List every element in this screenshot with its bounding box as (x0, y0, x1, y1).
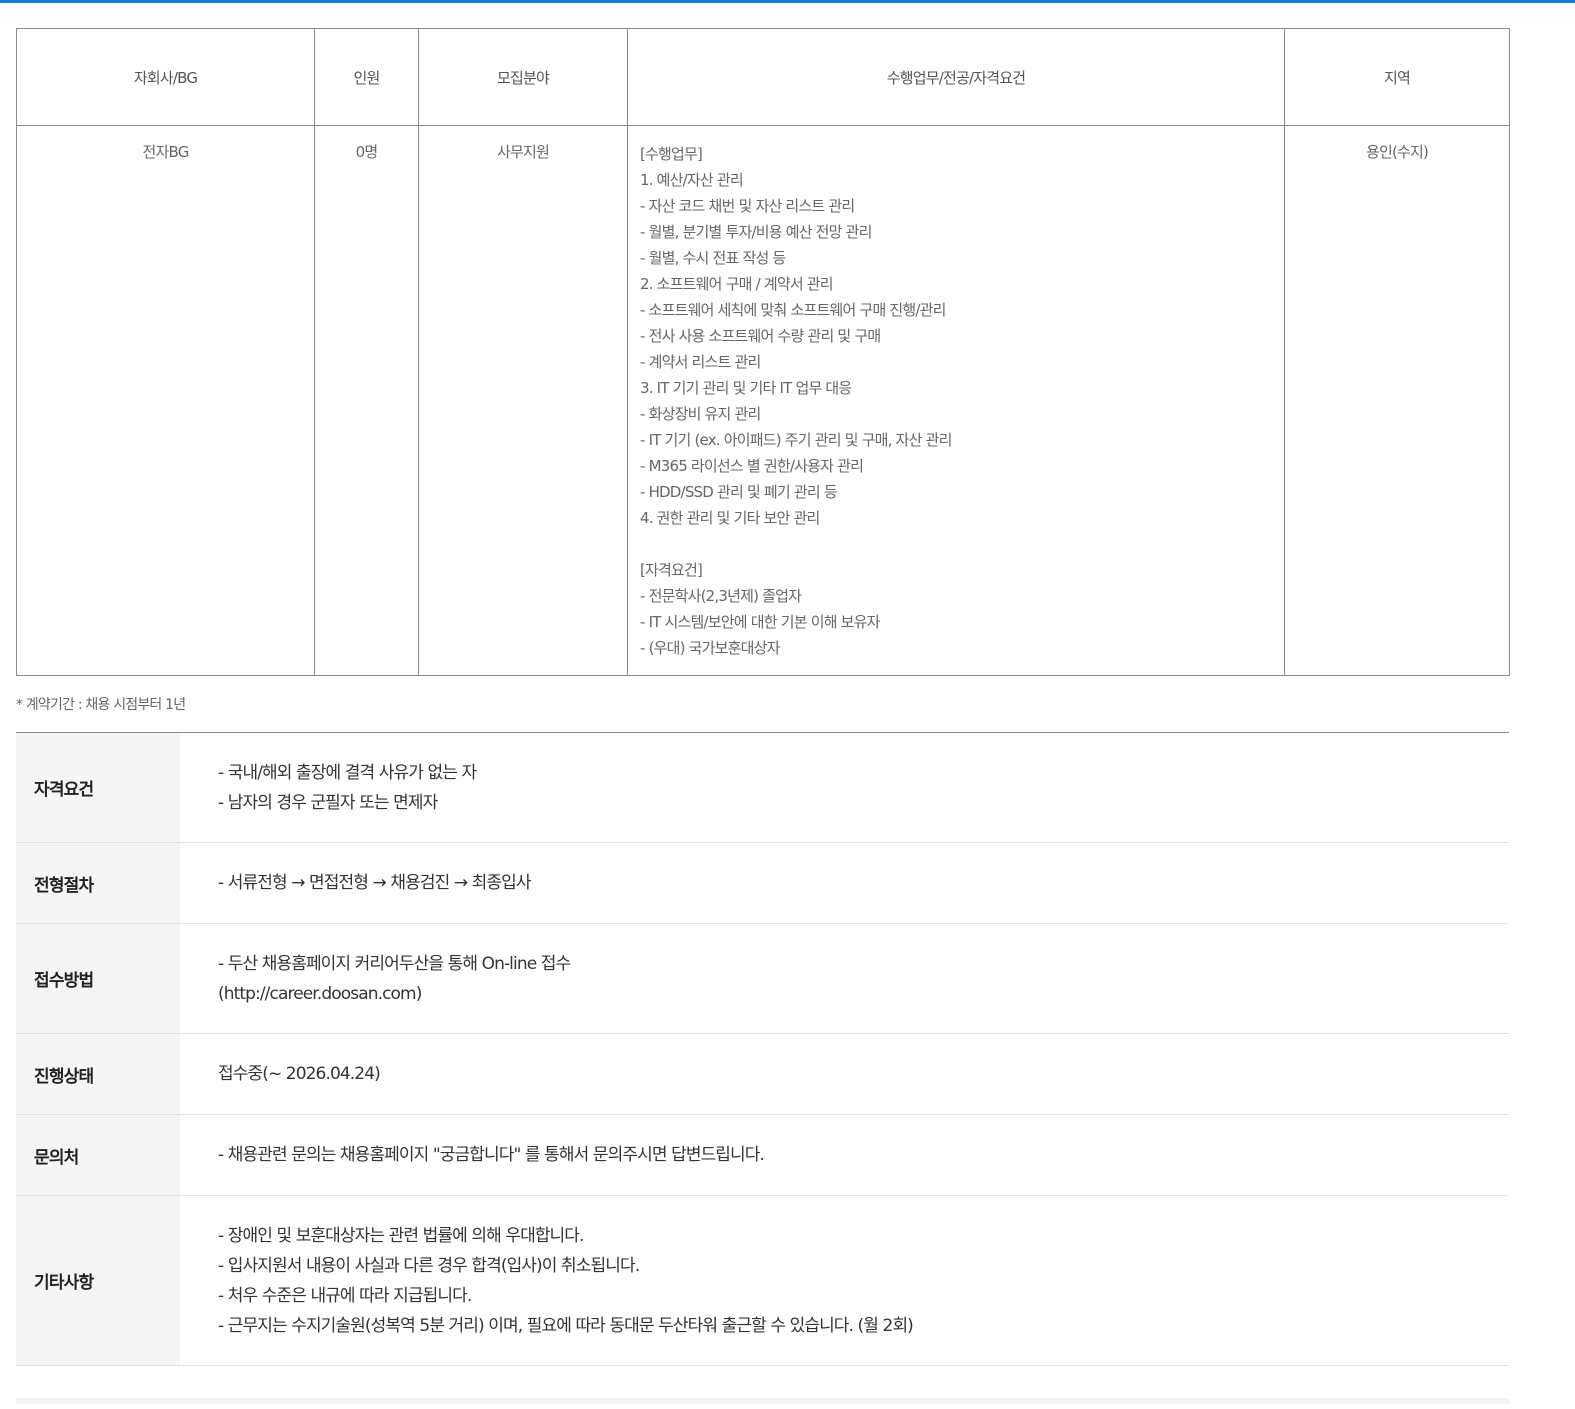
info-value: - 국내/해외 출장에 결격 사유가 없는 자 - 남자의 경우 군필자 또는 … (180, 733, 1509, 842)
info-line: - 남자의 경우 군필자 또는 면제자 (218, 792, 438, 813)
info-line: - 국내/해외 출장에 결격 사유가 없는 자 (218, 762, 477, 783)
col-header-company: 자회사/BG (16, 28, 315, 126)
duty-line: - IT 기기 (ex. 아이패드) 주기 관리 및 구매, 자산 관리 (640, 431, 952, 449)
col-header-headcount: 인원 (314, 28, 419, 126)
info-row-contact: 문의처 - 채용관련 문의는 채용홈페이지 "궁금합니다" 를 통해서 문의주시… (16, 1115, 1509, 1196)
cell-duties: [수행업무] 1. 예산/자산 관리 - 자산 코드 채번 및 자산 리스트 관… (627, 125, 1285, 676)
info-table: 자격요건 - 국내/해외 출장에 결격 사유가 없는 자 - 남자의 경우 군필… (16, 732, 1509, 1366)
info-label: 기타사항 (16, 1196, 180, 1365)
info-row-etc: 기타사항 - 장애인 및 보훈대상자는 관련 법률에 의해 우대합니다. - 입… (16, 1196, 1509, 1366)
col-header-field: 모집분야 (418, 28, 628, 126)
info-row-apply: 접수방법 - 두산 채용홈페이지 커리어두산을 통해 On-line 접수 (h… (16, 924, 1509, 1034)
duty-line: - 화상장비 유지 관리 (640, 405, 761, 423)
cell-headcount: 0명 (314, 125, 419, 676)
duty-line: - 소프트웨어 세칙에 맞춰 소프트웨어 구매 진행/관리 (640, 301, 946, 319)
info-line: - 입사지원서 내용이 사실과 다른 경우 합격(입사)이 취소됩니다. (218, 1255, 640, 1276)
info-label: 전형절차 (16, 843, 180, 923)
info-label: 접수방법 (16, 924, 180, 1033)
duty-line (640, 531, 1272, 557)
bottom-section-edge (16, 1398, 1509, 1404)
duty-line: - HDD/SSD 관리 및 폐기 관리 등 (640, 483, 838, 501)
top-accent-bar (0, 0, 1575, 3)
duty-line: - 자산 코드 채번 및 자산 리스트 관리 (640, 197, 855, 215)
info-label: 문의처 (16, 1115, 180, 1195)
duty-line: - M365 라이선스 별 권한/사용자 관리 (640, 457, 864, 475)
duty-line: - 전문학사(2,3년제) 졸업자 (640, 587, 802, 605)
duty-line: 1. 예산/자산 관리 (640, 171, 744, 189)
info-row-qualifications: 자격요건 - 국내/해외 출장에 결격 사유가 없는 자 - 남자의 경우 군필… (16, 733, 1509, 843)
job-table: 자회사/BG 인원 모집분야 수행업무/전공/자격요건 지역 전자BG 0명 사… (16, 28, 1510, 676)
info-line: - 두산 채용홈페이지 커리어두산을 통해 On-line 접수 (218, 953, 571, 974)
cell-region: 용인(수지) (1284, 125, 1510, 676)
col-header-duties: 수행업무/전공/자격요건 (627, 28, 1285, 126)
duty-line: - IT 시스템/보안에 대한 기본 이해 보유자 (640, 613, 880, 631)
duty-line: [자격요건] (640, 561, 703, 579)
info-value: - 장애인 및 보훈대상자는 관련 법률에 의해 우대합니다. - 입사지원서 … (180, 1196, 1509, 1365)
cell-field: 사무지원 (418, 125, 628, 676)
contract-note: * 계약기간 : 채용 시점부터 1년 (16, 697, 186, 713)
col-header-region: 지역 (1284, 28, 1510, 126)
duty-line: - 전사 사용 소프트웨어 수량 관리 및 구매 (640, 327, 881, 345)
info-label: 자격요건 (16, 733, 180, 842)
duty-line: 2. 소프트웨어 구매 / 계약서 관리 (640, 275, 834, 293)
info-row-status: 진행상태 접수중(~ 2026.04.24) (16, 1034, 1509, 1115)
info-line: - 근무지는 수지기술원(성복역 5분 거리) 이며, 필요에 따라 동대문 두… (218, 1315, 914, 1336)
duty-line: 4. 권한 관리 및 기타 보안 관리 (640, 509, 820, 527)
info-value: - 서류전형 → 면접전형 → 채용검진 → 최종입사 (180, 843, 1509, 923)
info-line: - 처우 수준은 내규에 따라 지급됩니다. (218, 1285, 472, 1306)
duty-line: - 월별, 분기별 투자/비용 예산 전망 관리 (640, 223, 872, 241)
info-line: - 장애인 및 보훈대상자는 관련 법률에 의해 우대합니다. (218, 1225, 584, 1246)
info-value: - 두산 채용홈페이지 커리어두산을 통해 On-line 접수 (http:/… (180, 924, 1509, 1033)
duty-line: 3. IT 기기 관리 및 기타 IT 업무 대응 (640, 379, 852, 397)
table-row: 전자BG 0명 사무지원 [수행업무] 1. 예산/자산 관리 - 자산 코드 … (16, 125, 1510, 676)
info-row-process: 전형절차 - 서류전형 → 면접전형 → 채용검진 → 최종입사 (16, 843, 1509, 924)
info-line: 접수중(~ 2026.04.24) (218, 1064, 381, 1084)
info-label: 진행상태 (16, 1034, 180, 1114)
job-posting-content: 자회사/BG 인원 모집분야 수행업무/전공/자격요건 지역 전자BG 0명 사… (16, 28, 1510, 1366)
info-line: (http://career.doosan.com) (218, 983, 422, 1004)
duty-line: - 계약서 리스트 관리 (640, 353, 761, 371)
info-value: - 채용관련 문의는 채용홈페이지 "궁금합니다" 를 통해서 문의주시면 답변… (180, 1115, 1509, 1195)
info-value: 접수중(~ 2026.04.24) (180, 1034, 1509, 1114)
duty-line: [수행업무] (640, 145, 703, 163)
duty-line: - (우대) 국가보훈대상자 (640, 639, 780, 657)
info-line: - 서류전형 → 면접전형 → 채용검진 → 최종입사 (218, 873, 532, 893)
info-line: - 채용관련 문의는 채용홈페이지 "궁금합니다" 를 통해서 문의주시면 답변… (218, 1145, 765, 1165)
job-table-header: 자회사/BG 인원 모집분야 수행업무/전공/자격요건 지역 (16, 28, 1510, 126)
cell-company: 전자BG (16, 125, 315, 676)
duty-line: - 월별, 수시 전표 작성 등 (640, 249, 786, 267)
